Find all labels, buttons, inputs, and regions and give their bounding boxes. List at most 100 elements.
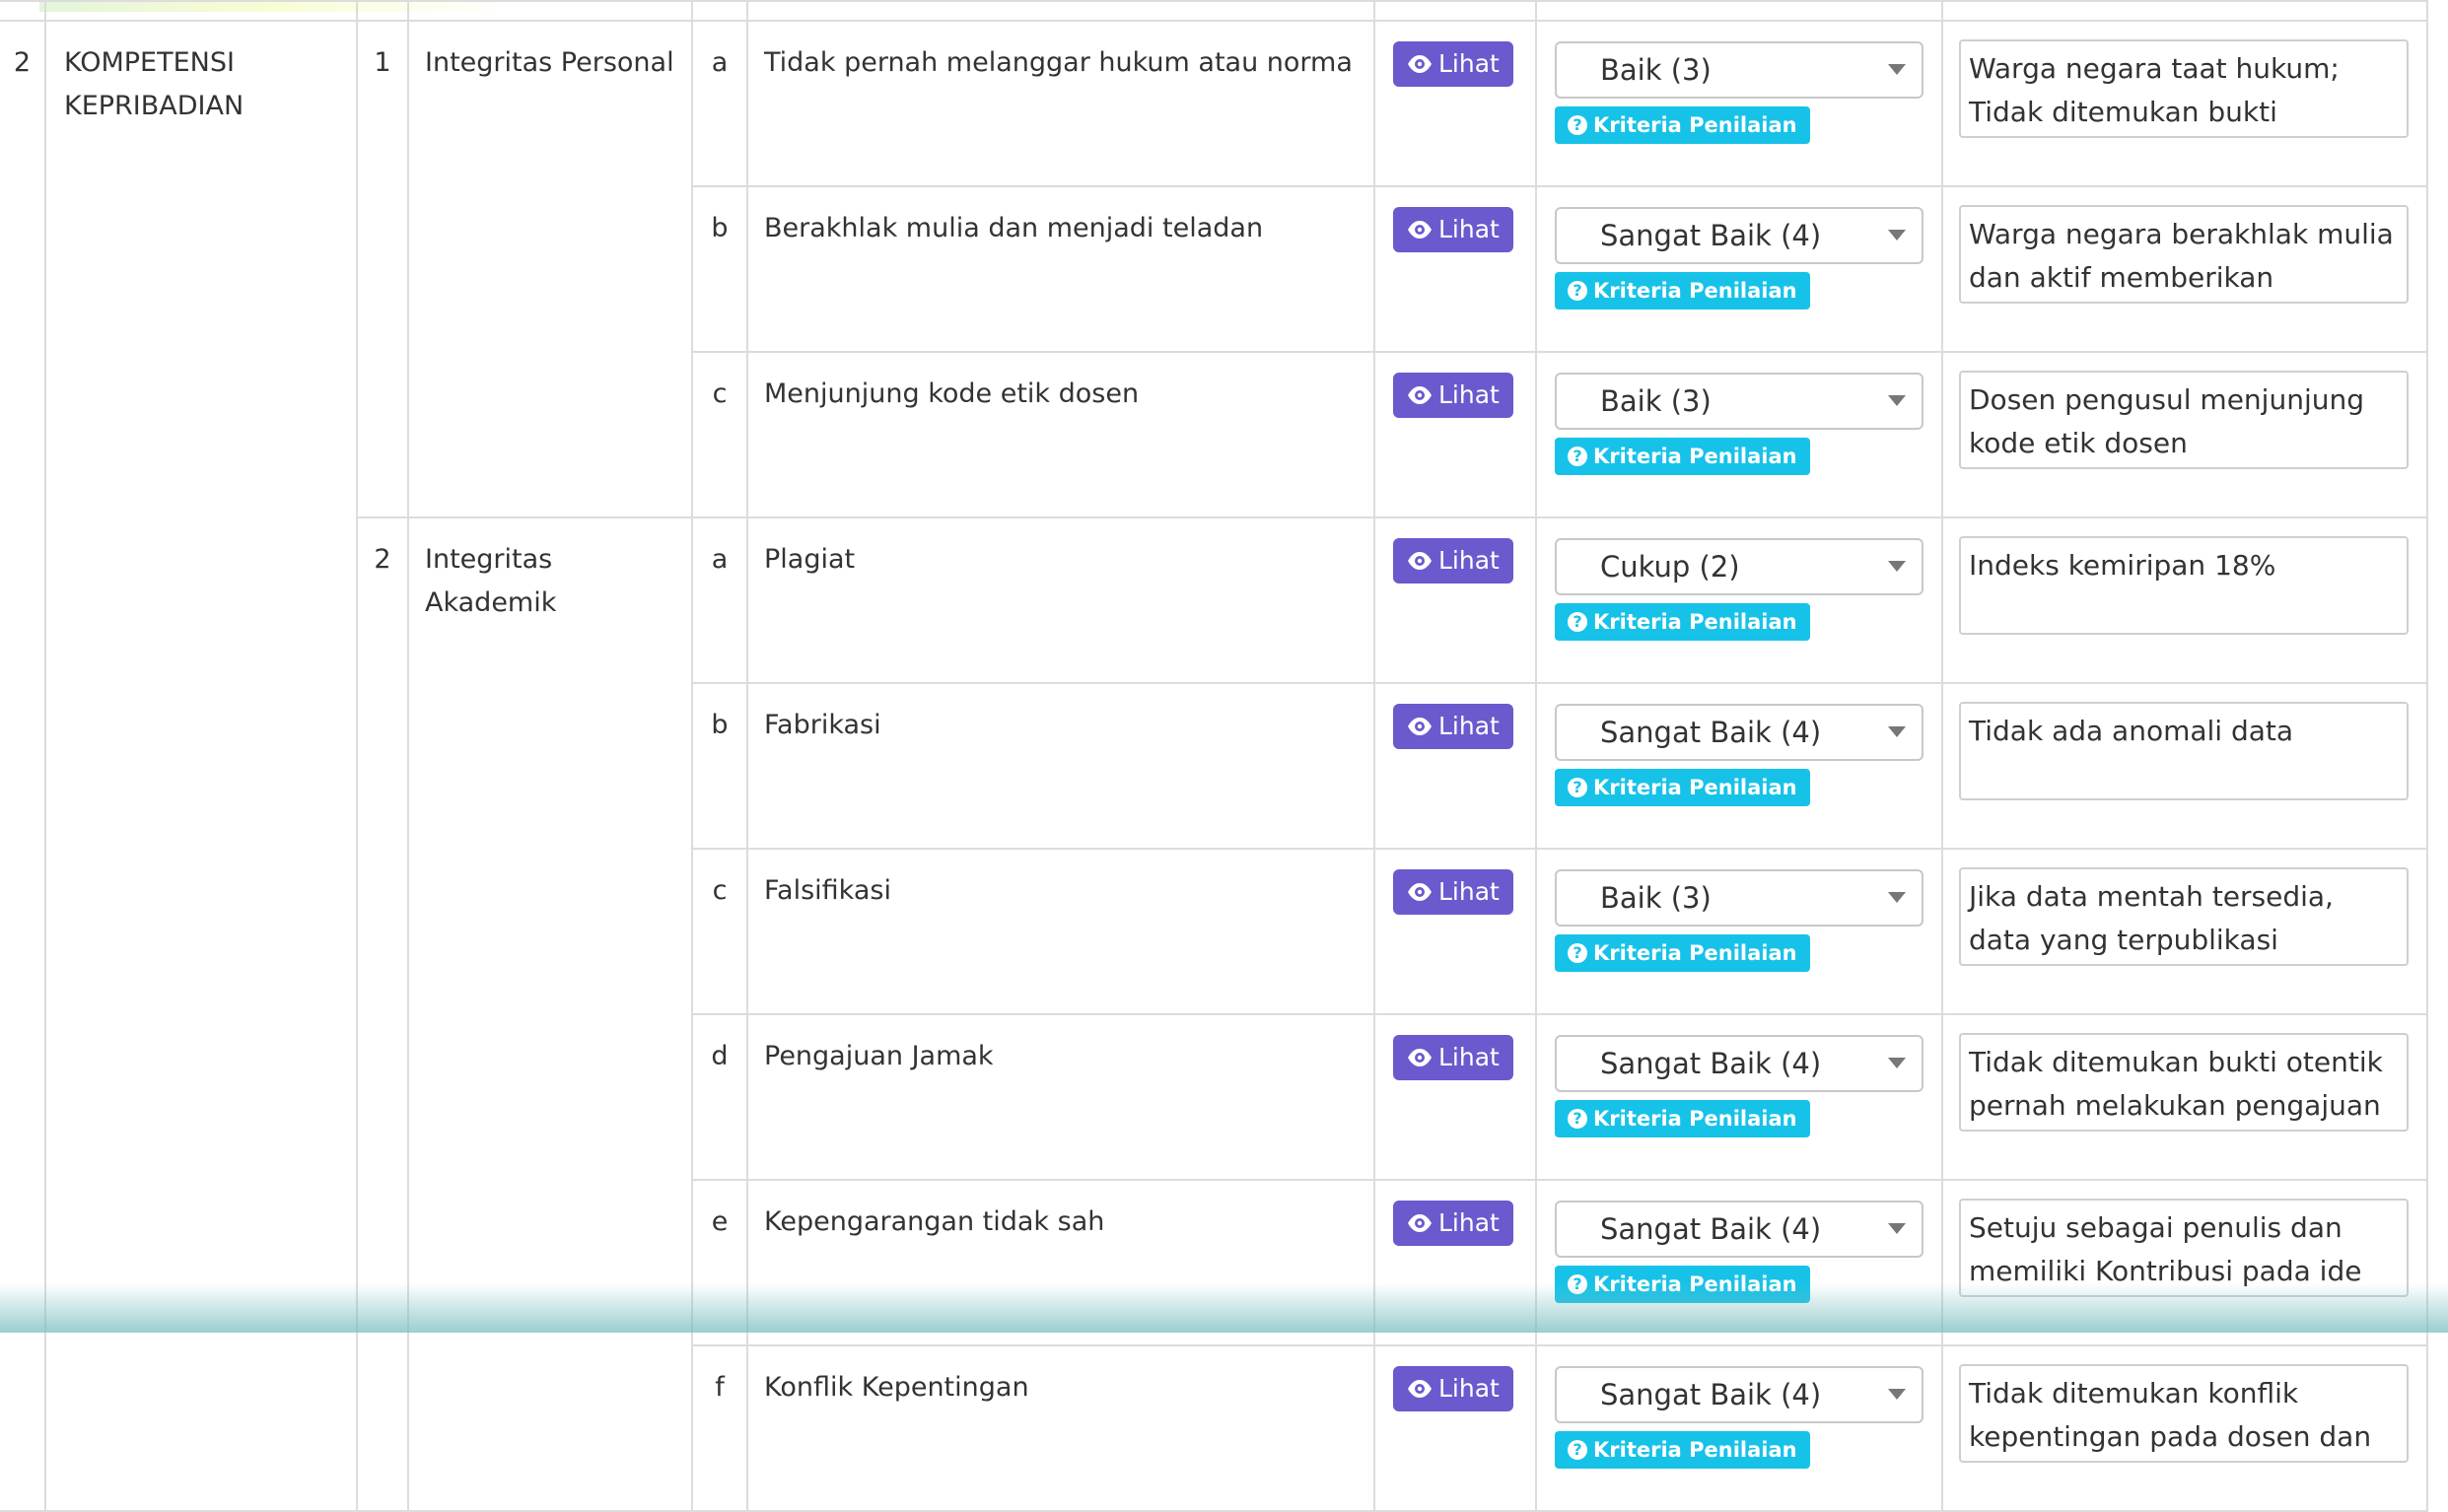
action-cell: Lihat <box>1373 1179 1537 1346</box>
kriteria-label: Kriteria Penilaian <box>1593 279 1797 303</box>
item-indicator: Tidak pernah melanggar hukum atau norma <box>746 20 1375 187</box>
lihat-button[interactable]: Lihat <box>1393 704 1513 749</box>
kriteria-label: Kriteria Penilaian <box>1593 941 1797 965</box>
kriteria-penilaian-button[interactable]: ? Kriteria Penilaian <box>1555 1266 1810 1303</box>
kriteria-label: Kriteria Penilaian <box>1593 113 1797 137</box>
note-textarea[interactable]: Tidak ada anomali data <box>1959 702 2409 800</box>
score-select[interactable]: Sangat Baik (4) <box>1555 704 1923 761</box>
score-select[interactable]: Sangat Baik (4) <box>1555 1035 1923 1092</box>
resize-handle-icon[interactable] <box>2390 782 2404 795</box>
note-textarea[interactable]: Setuju sebagai penulis dan memiliki Kont… <box>1959 1199 2409 1297</box>
item-letter: c <box>692 351 748 518</box>
score-select[interactable]: Baik (3) <box>1555 373 1923 430</box>
eye-icon <box>1407 1376 1433 1402</box>
kriteria-label: Kriteria Penilaian <box>1593 610 1797 634</box>
note-text: Tidak ditemukan konflik kepentingan pada… <box>1969 1377 2372 1453</box>
kriteria-label: Kriteria Penilaian <box>1593 445 1797 468</box>
item-indicator: Kepengarangan tidak sah <box>746 1179 1375 1346</box>
resize-handle-icon[interactable] <box>2390 1113 2404 1127</box>
lihat-button[interactable]: Lihat <box>1393 869 1513 915</box>
note-textarea[interactable]: Warga negara taat hukum; Tidak ditemukan… <box>1959 39 2409 138</box>
eye-icon <box>1407 51 1433 77</box>
score-select[interactable]: Sangat Baik (4) <box>1555 1201 1923 1258</box>
action-cell: Lihat <box>1373 516 1537 684</box>
kriteria-label: Kriteria Penilaian <box>1593 1438 1797 1462</box>
note-cell: Warga negara berakhlak mulia dan aktif m… <box>1941 185 2428 353</box>
eye-icon <box>1407 217 1433 242</box>
score-value: Sangat Baik (4) <box>1600 219 1822 252</box>
item-letter: a <box>691 20 748 187</box>
item-letter: e <box>692 1179 748 1346</box>
note-cell: Warga negara taat hukum; Tidak ditemukan… <box>1941 20 2428 187</box>
resize-handle-icon[interactable] <box>2390 1444 2404 1458</box>
score-select[interactable]: Cukup (2) <box>1555 538 1923 595</box>
item-letter: a <box>691 516 748 684</box>
score-cell: Sangat Baik (4) ? Kriteria Penilaian <box>1535 682 1943 850</box>
lihat-button[interactable]: Lihat <box>1393 1035 1513 1080</box>
kriteria-penilaian-button[interactable]: ? Kriteria Penilaian <box>1555 1431 1810 1469</box>
note-textarea[interactable]: Warga negara berakhlak mulia dan aktif m… <box>1959 205 2409 304</box>
section-number: 2 <box>0 20 46 1512</box>
score-cell: Cukup (2) ? Kriteria Penilaian <box>1535 516 1943 684</box>
kriteria-penilaian-button[interactable]: ? Kriteria Penilaian <box>1555 769 1810 806</box>
note-textarea[interactable]: Jika data mentah tersedia, data yang ter… <box>1959 867 2409 966</box>
lihat-button[interactable]: Lihat <box>1393 538 1513 584</box>
item-indicator: Fabrikasi <box>746 682 1375 850</box>
kriteria-penilaian-button[interactable]: ? Kriteria Penilaian <box>1555 934 1810 972</box>
score-select[interactable]: Baik (3) <box>1555 869 1923 927</box>
note-text: Tidak ditemukan bukti otentik pernah mel… <box>1969 1046 2383 1122</box>
kriteria-penilaian-button[interactable]: ? Kriteria Penilaian <box>1555 272 1810 309</box>
score-select[interactable]: Sangat Baik (4) <box>1555 207 1923 264</box>
question-circle-icon: ? <box>1568 281 1587 301</box>
resize-handle-icon[interactable] <box>2390 450 2404 464</box>
score-value: Sangat Baik (4) <box>1600 1378 1822 1411</box>
item-letter: d <box>692 1013 748 1181</box>
kriteria-penilaian-button[interactable]: ? Kriteria Penilaian <box>1555 1100 1810 1137</box>
item-letter: b <box>692 682 748 850</box>
question-circle-icon: ? <box>1568 447 1587 466</box>
resize-handle-icon[interactable] <box>2390 1278 2404 1292</box>
question-circle-icon: ? <box>1568 1440 1587 1460</box>
action-cell: Lihat <box>1373 185 1537 353</box>
question-circle-icon: ? <box>1568 115 1587 135</box>
subsection-title: Integritas Personal <box>407 20 693 518</box>
score-select[interactable]: Baik (3) <box>1555 41 1923 99</box>
lihat-label: Lihat <box>1438 1374 1500 1403</box>
item-indicator: Menjunjung kode etik dosen <box>746 351 1375 518</box>
lihat-button[interactable]: Lihat <box>1393 373 1513 418</box>
resize-handle-icon[interactable] <box>2390 119 2404 133</box>
item-indicator: Konflik Kepentingan <box>746 1344 1375 1512</box>
question-circle-icon: ? <box>1568 1274 1587 1294</box>
lihat-button[interactable]: Lihat <box>1393 207 1513 252</box>
resize-handle-icon[interactable] <box>2390 285 2404 299</box>
note-cell: Dosen pengusul menjunjung kode etik dose… <box>1941 351 2428 518</box>
score-cell: Baik (3) ? Kriteria Penilaian <box>1535 848 1943 1015</box>
item-indicator: Falsifikasi <box>746 848 1375 1015</box>
note-textarea[interactable]: Tidak ditemukan bukti otentik pernah mel… <box>1959 1033 2409 1132</box>
note-textarea[interactable]: Indeks kemiripan 18% <box>1959 536 2409 635</box>
note-cell: Tidak ditemukan konflik kepentingan pada… <box>1941 1344 2428 1512</box>
chevron-down-icon <box>1888 1389 1906 1400</box>
eye-icon <box>1407 879 1433 905</box>
score-select[interactable]: Sangat Baik (4) <box>1555 1366 1923 1423</box>
resize-handle-icon[interactable] <box>2390 616 2404 630</box>
chevron-down-icon <box>1888 726 1906 737</box>
eye-icon <box>1407 382 1433 408</box>
score-cell: Sangat Baik (4) ? Kriteria Penilaian <box>1535 1013 1943 1181</box>
lihat-button[interactable]: Lihat <box>1393 1201 1513 1246</box>
score-value: Baik (3) <box>1600 53 1712 87</box>
score-cell: Sangat Baik (4) ? Kriteria Penilaian <box>1535 185 1943 353</box>
note-cell: Indeks kemiripan 18% <box>1941 516 2428 684</box>
kriteria-penilaian-button[interactable]: ? Kriteria Penilaian <box>1555 106 1810 144</box>
lihat-button[interactable]: Lihat <box>1393 1366 1513 1411</box>
item-letter: f <box>692 1344 748 1512</box>
lihat-button[interactable]: Lihat <box>1393 41 1513 87</box>
chevron-down-icon <box>1888 1058 1906 1068</box>
action-cell: Lihat <box>1373 1344 1537 1512</box>
note-textarea[interactable]: Tidak ditemukan konflik kepentingan pada… <box>1959 1364 2409 1463</box>
kriteria-penilaian-button[interactable]: ? Kriteria Penilaian <box>1555 603 1810 641</box>
note-textarea[interactable]: Dosen pengusul menjunjung kode etik dose… <box>1959 371 2409 469</box>
note-cell: Setuju sebagai penulis dan memiliki Kont… <box>1941 1179 2428 1346</box>
resize-handle-icon[interactable] <box>2390 947 2404 961</box>
kriteria-penilaian-button[interactable]: ? Kriteria Penilaian <box>1555 438 1810 475</box>
